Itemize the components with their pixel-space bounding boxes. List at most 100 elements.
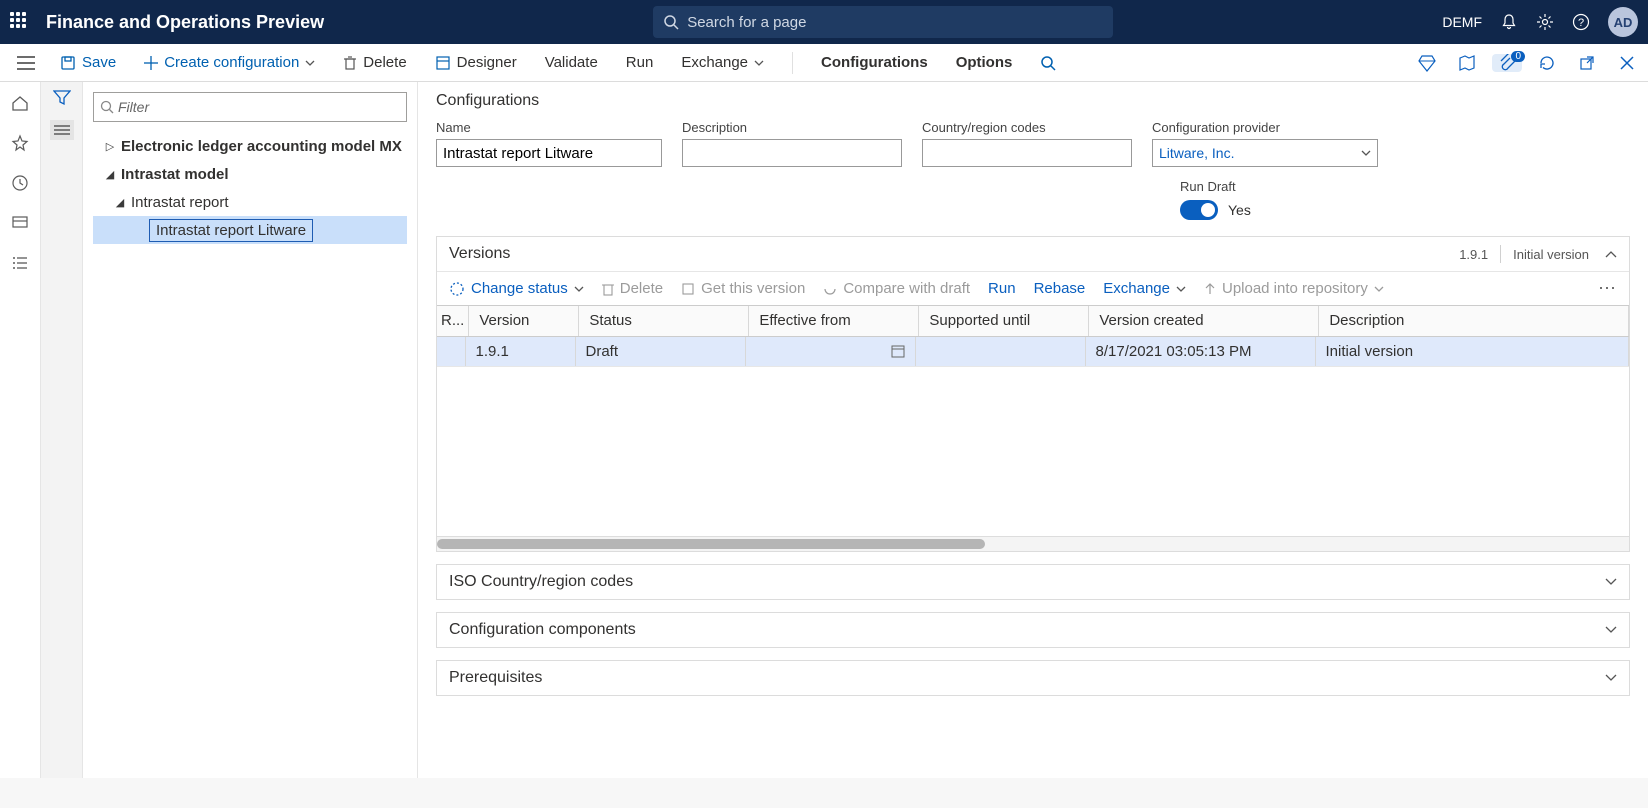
search-icon [1040,55,1056,71]
tree-filter-input[interactable] [118,99,400,115]
global-search-input[interactable] [687,14,1103,31]
calendar-icon[interactable] [891,344,905,358]
exchange-button[interactable]: Exchange [675,50,770,75]
tree-node-selected[interactable]: Intrastat report Litware [93,216,407,244]
chevron-down-icon [1374,286,1384,292]
tree-filter[interactable] [93,92,407,122]
rebase-button[interactable]: Rebase [1034,280,1086,297]
company-code[interactable]: DEMF [1442,14,1482,30]
description-input[interactable] [682,139,902,167]
tree-node[interactable]: ◢ Intrastat report [93,188,407,216]
command-bar: Save Create configuration Delete Designe… [0,44,1648,82]
more-actions-icon[interactable]: ⋯ [1598,278,1617,299]
col-r[interactable]: R... [437,306,469,336]
cell-version-created[interactable]: 8/17/2021 03:05:13 PM [1085,337,1315,367]
col-description[interactable]: Description [1319,306,1629,336]
chevron-down-icon [305,60,315,66]
country-codes-input[interactable] [922,139,1132,167]
country-codes-label: Country/region codes [922,120,1132,135]
find-button[interactable] [1034,51,1062,75]
tree-panel: ▷ Electronic ledger accounting model MX … [83,82,418,778]
table-row[interactable]: 1.9.1 Draft 8/17/2021 03:05:13 PM [437,337,1629,367]
versions-toolbar: Change status Delete Get this version [437,271,1629,305]
lines-icon[interactable] [50,120,74,140]
name-field: Name [436,120,662,167]
star-icon[interactable] [9,132,31,154]
popout-icon[interactable] [1572,55,1602,71]
chevron-down-icon [1605,578,1617,586]
validate-button[interactable]: Validate [539,50,604,75]
tree-node[interactable]: ▷ Electronic ledger accounting model MX [93,132,407,160]
global-search[interactable] [653,6,1113,38]
gear-icon[interactable] [1536,13,1554,31]
attachments-button[interactable]: 0 [1492,54,1522,72]
designer-button[interactable]: Designer [429,50,523,75]
col-supported-until[interactable]: Supported until [919,306,1089,336]
compare-icon [823,282,837,296]
get-version-button[interactable]: Get this version [681,280,805,297]
home-icon[interactable] [9,92,31,114]
col-status[interactable]: Status [579,306,749,336]
versions-delete-button[interactable]: Delete [602,280,663,297]
cell-status[interactable]: Draft [575,337,745,367]
search-icon [100,100,114,114]
save-label: Save [82,54,116,71]
cell-effective-from[interactable] [745,337,915,367]
chevron-down-icon [1176,286,1186,292]
map-icon[interactable] [1452,54,1482,72]
trash-icon [343,55,357,71]
run-draft-label: Run Draft [1180,179,1630,194]
components-header[interactable]: Configuration components [437,613,1629,647]
clock-icon[interactable] [9,172,31,194]
upload-button[interactable]: Upload into repository [1204,280,1384,297]
caret-down-icon: ◢ [103,168,117,181]
diamond-icon[interactable] [1412,53,1442,73]
designer-label: Designer [457,54,517,71]
col-version[interactable]: Version [469,306,579,336]
close-icon[interactable] [1612,56,1642,70]
versions-header[interactable]: Versions 1.9.1 Initial version [437,237,1629,271]
name-input[interactable] [436,139,662,167]
avatar[interactable]: AD [1608,7,1638,37]
configurations-label: Configurations [821,54,928,71]
iso-codes-header[interactable]: ISO Country/region codes [437,565,1629,599]
configurations-tab[interactable]: Configurations [815,50,934,75]
create-label: Create configuration [164,54,299,71]
caret-down-icon: ◢ [113,196,127,209]
iso-codes-section: ISO Country/region codes [436,564,1630,600]
filter-icon[interactable] [53,90,71,106]
col-effective-from[interactable]: Effective from [749,306,919,336]
col-version-created[interactable]: Version created [1089,306,1319,336]
create-configuration-button[interactable]: Create configuration [138,50,321,75]
workspace-icon[interactable] [9,212,31,234]
versions-run-button[interactable]: Run [988,280,1016,297]
prerequisites-section: Prerequisites [436,660,1630,696]
cell-supported-until[interactable] [915,337,1085,367]
bell-icon[interactable] [1500,13,1518,31]
save-button[interactable]: Save [54,50,122,75]
options-tab[interactable]: Options [950,50,1019,75]
run-button[interactable]: Run [620,50,660,75]
description-label: Description [682,120,902,135]
horizontal-scrollbar[interactable] [437,537,1629,551]
country-codes-field: Country/region codes [922,120,1132,167]
app-launcher-icon[interactable] [10,12,30,32]
main-content: Configurations Name Description Country/… [418,82,1648,778]
help-icon[interactable]: ? [1572,13,1590,31]
cell-description[interactable]: Initial version [1315,337,1629,367]
list-icon[interactable] [9,252,31,274]
run-draft-toggle[interactable] [1180,200,1218,220]
delete-button[interactable]: Delete [337,50,412,75]
provider-dropdown[interactable]: Litware, Inc. [1152,139,1378,167]
caret-right-icon: ▷ [103,140,117,153]
cell-version[interactable]: 1.9.1 [465,337,575,367]
compare-button[interactable]: Compare with draft [823,280,970,297]
hamburger-icon[interactable] [17,56,35,70]
row-selector[interactable] [437,337,465,367]
refresh-icon[interactable] [1532,54,1562,72]
versions-exchange-button[interactable]: Exchange [1103,280,1186,297]
name-label: Name [436,120,662,135]
tree-node[interactable]: ◢ Intrastat model [93,160,407,188]
prerequisites-header[interactable]: Prerequisites [437,661,1629,695]
change-status-button[interactable]: Change status [449,280,584,297]
